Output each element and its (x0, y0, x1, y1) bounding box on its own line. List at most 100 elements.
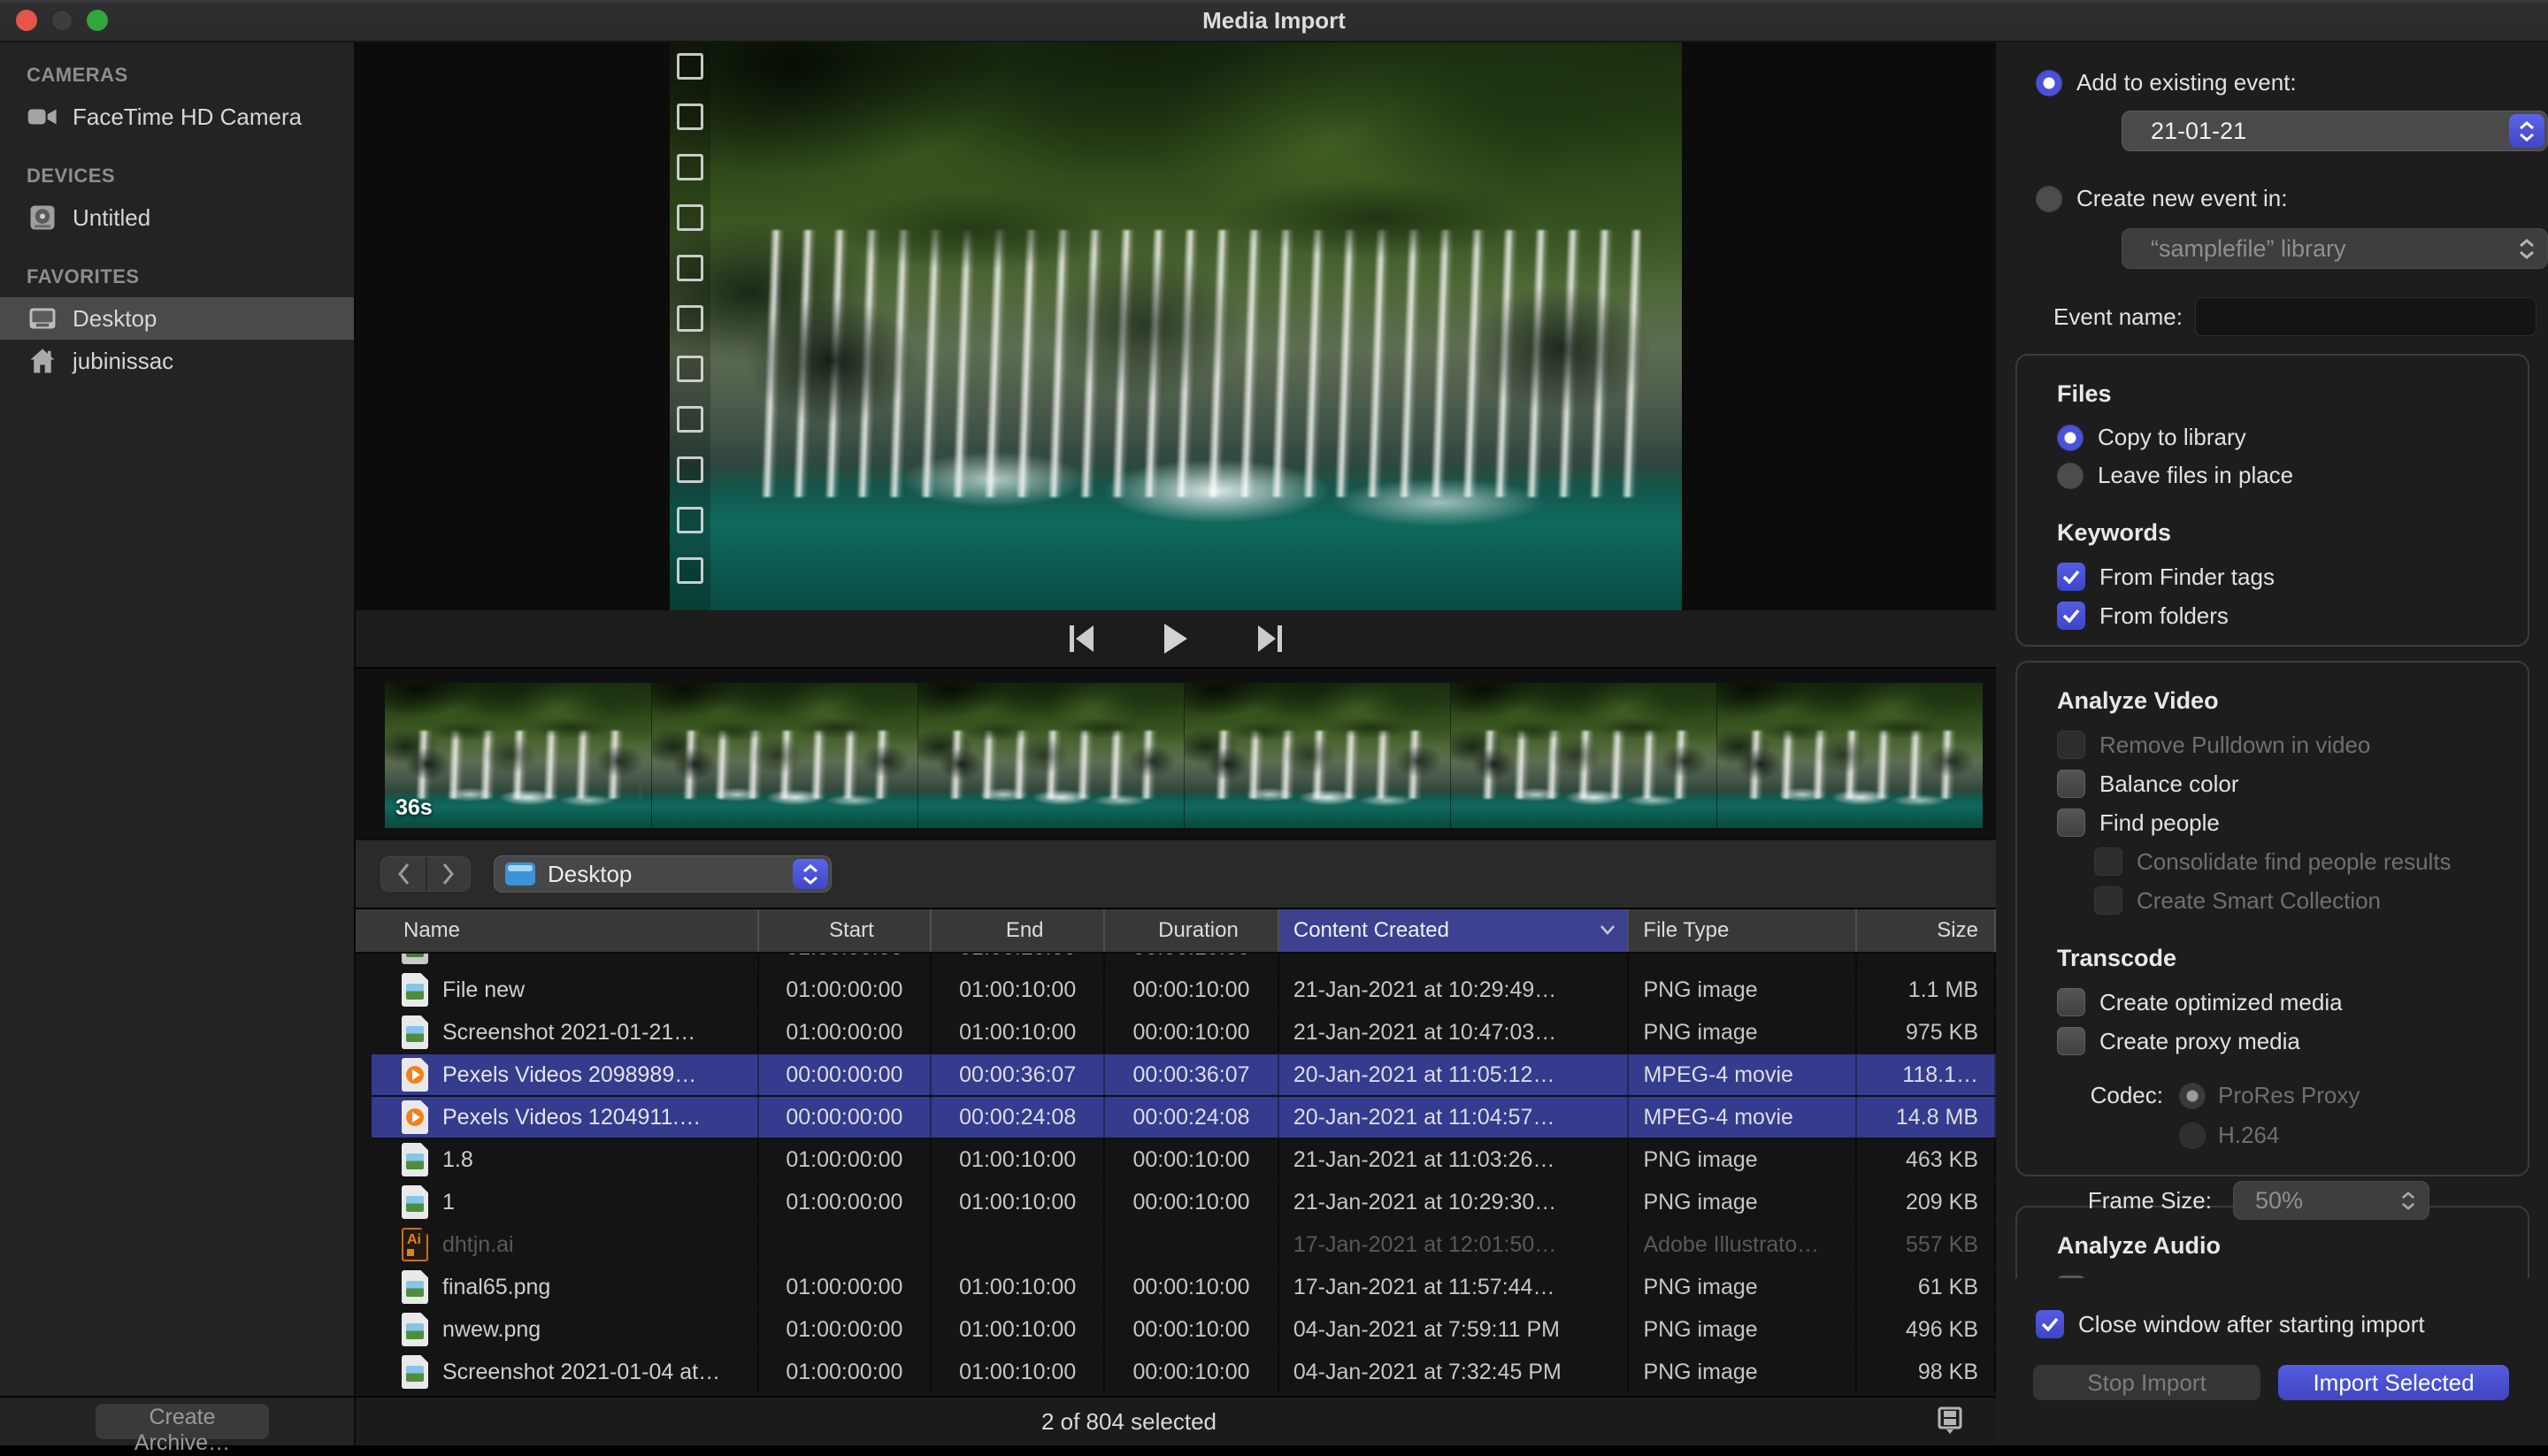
column-header-label: Duration (1158, 918, 1239, 943)
skip-to-end-button[interactable] (1255, 625, 1286, 653)
column-header-label: Content Created (1293, 918, 1449, 943)
table-column-header[interactable]: End (932, 909, 1105, 952)
filmstrip-frame[interactable] (1450, 683, 1716, 828)
find-people-option[interactable]: Find people (2057, 808, 2510, 837)
table-column-header[interactable]: File Type (1629, 909, 1857, 952)
table-row[interactable]: Ai File new 01:00:00:00 01:00:10:00 00:0… (372, 969, 1996, 1012)
table-column-header[interactable]: Start (759, 909, 932, 952)
column-header-label: Size (1937, 918, 1978, 943)
frame-size-dropdown: 50% (2233, 1181, 2429, 1220)
table-row[interactable]: Ai final65.png 01:00:00:00 01:00:10:00 0… (372, 1267, 1996, 1309)
table-row[interactable]: Ai Pexels Videos 1204911.… 00:00:00:00 0… (372, 1097, 1996, 1139)
file-size: 14.8 MB (1857, 1097, 1996, 1138)
table-row[interactable]: Ai Screenshot 2021-01-21… 01:00:00:00 01… (372, 1012, 1996, 1054)
file-name: 1.8 (442, 1147, 473, 1173)
end-timecode: 00:00:24:08 (932, 1097, 1105, 1138)
dropdown-stepper-icon (2391, 1184, 2426, 1216)
filmstrip-frame[interactable] (1184, 683, 1450, 828)
checkbox-checked-icon (2057, 602, 2085, 630)
leave-files-option[interactable]: Leave files in place (2057, 462, 2510, 489)
table-column-header[interactable]: Content Created (1279, 909, 1630, 952)
table-column-header[interactable]: Size (1857, 909, 1996, 952)
file-icon: Ai (402, 1313, 428, 1346)
checkbox-unchecked-icon (2057, 1027, 2085, 1055)
optimized-media-option[interactable]: Create optimized media (2057, 988, 2510, 1016)
content-created: 21-Jan-2021 at 11:03:26… (1279, 1139, 1630, 1180)
file-icon: Ai (402, 973, 428, 1007)
location-dropdown[interactable]: Desktop (494, 855, 832, 893)
duration-timecode (1105, 1224, 1279, 1265)
radio-disabled-on-icon (2179, 1083, 2206, 1109)
file-size: 463 KB (1857, 1139, 1996, 1180)
event-name-input[interactable] (2195, 297, 2536, 336)
duration-timecode: 00:00:10:00 (1105, 1352, 1279, 1392)
from-finder-tags-option[interactable]: From Finder tags (2057, 563, 2510, 591)
start-timecode: 01:00:00:00 (759, 954, 932, 968)
sidebar-item-home[interactable]: jubinissac (0, 340, 354, 382)
play-button[interactable] (1163, 623, 1189, 655)
sidebar-item-desktop[interactable]: Desktop (0, 297, 354, 340)
duration-timecode: 00:00:36:07 (1105, 1054, 1279, 1095)
file-type: PNG image (1629, 1309, 1857, 1350)
create-archive-button[interactable]: Create Archive… (96, 1404, 269, 1439)
radio-on-icon (2057, 425, 2084, 451)
sidebar-item-label: Desktop (73, 305, 157, 333)
column-header-label: Name (403, 918, 460, 943)
consolidate-people-label: Consolidate find people results (2137, 848, 2452, 876)
existing-event-dropdown[interactable]: 21-01-21 (2122, 111, 2548, 151)
filmstrip-frame[interactable] (651, 683, 917, 828)
sidebar: CAMERAS FaceTime HD Camera DEVICES Untit… (0, 42, 356, 1445)
codec-prores-option: ProRes Proxy (2179, 1082, 2360, 1109)
import-selected-button[interactable]: Import Selected (2278, 1365, 2509, 1400)
start-timecode: 00:00:00:00 (759, 1054, 932, 1095)
from-folders-option[interactable]: From folders (2057, 602, 2510, 630)
table-row[interactable]: Ai Pexels Videos 2098989… 00:00:00:00 00… (372, 1054, 1996, 1097)
table-row[interactable]: Ai 1.8 01:00:00:00 01:00:10:00 00:00:10:… (372, 1139, 1996, 1182)
file-icon: Ai (402, 954, 428, 964)
playback-controls (356, 610, 1996, 669)
table-row[interactable]: Ai Screenshot 2021-01-04 at… 01:00:00:00… (372, 1352, 1996, 1394)
close-after-import-option[interactable]: Close window after starting import (2036, 1310, 2548, 1338)
sidebar-item-facetime-camera[interactable]: FaceTime HD Camera (0, 96, 354, 138)
create-new-event-option[interactable]: Create new event in: (2036, 185, 2548, 212)
stop-import-button[interactable]: Stop Import (2033, 1365, 2260, 1400)
duration-timecode: 00:00:10:00 (1105, 1267, 1279, 1307)
table-row[interactable]: Ai 01:00:00:00 01:00:10:00 00:00:10:00 (372, 954, 1996, 969)
clip-appearance-button[interactable] (1936, 1406, 1964, 1435)
checkbox-unchecked-icon (2057, 770, 2085, 798)
skip-to-start-button[interactable] (1065, 625, 1097, 653)
duration-timecode: 00:00:10:00 (1105, 1309, 1279, 1350)
sidebar-item-untitled-device[interactable]: Untitled (0, 196, 354, 239)
sort-chevron-icon (1599, 923, 1616, 936)
table-row[interactable]: Ai dhtjn.ai 17-Jan-2021 at 12:01:50… Ado… (372, 1224, 1996, 1267)
radio-off-icon (2036, 186, 2062, 212)
file-icon: Ai (402, 1100, 428, 1134)
proxy-media-option[interactable]: Create proxy media (2057, 1027, 2510, 1055)
table-row[interactable]: Ai nwew.png 01:00:00:00 01:00:10:00 00:0… (372, 1309, 1996, 1352)
location-value: Desktop (548, 861, 632, 888)
filmstrip-frame[interactable]: 36s (385, 683, 651, 828)
sidebar-section-devices: DEVICES (27, 165, 354, 188)
codec-label: Codec: (2057, 1082, 2163, 1109)
forward-button[interactable] (426, 857, 470, 891)
content-created (1279, 954, 1630, 968)
file-size: 557 KB (1857, 1224, 1996, 1265)
location-bar: Desktop (356, 840, 1996, 909)
filmstrip-frame[interactable] (917, 683, 1184, 828)
table-column-header[interactable]: Name (372, 909, 759, 952)
balance-color-option[interactable]: Balance color (2057, 770, 2510, 798)
add-to-existing-event-option[interactable]: Add to existing event: (2036, 69, 2548, 96)
table-column-header[interactable]: Duration (1105, 909, 1279, 952)
library-dropdown[interactable]: “samplefile” library (2122, 228, 2548, 269)
file-icon: Ai (402, 1270, 428, 1304)
filmstrip-frame[interactable] (1716, 683, 1983, 828)
close-after-import-label: Close window after starting import (2078, 1311, 2425, 1338)
file-type: Adobe Illustrato… (1629, 1224, 1857, 1265)
file-size: 209 KB (1857, 1182, 1996, 1222)
selection-status: 2 of 804 selected (1041, 1408, 1216, 1436)
table-row[interactable]: Ai 1 01:00:00:00 01:00:10:00 00:00:10:00… (372, 1182, 1996, 1224)
desktop-folder-icon (505, 862, 535, 885)
copy-to-library-option[interactable]: Copy to library (2057, 424, 2510, 451)
back-button[interactable] (381, 857, 426, 891)
duration-timecode: 00:00:10:00 (1105, 1182, 1279, 1222)
